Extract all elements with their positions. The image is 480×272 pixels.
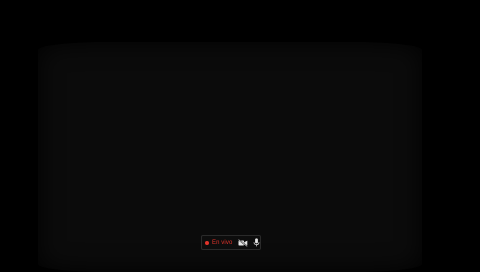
camera-off-icon[interactable] (238, 238, 249, 248)
viewport: En vivo (0, 0, 480, 272)
live-indicator-dot (205, 240, 209, 245)
microphone-icon[interactable] (251, 238, 261, 248)
live-status-label: En vivo (212, 239, 233, 246)
live-status-bar: En vivo (201, 235, 261, 250)
